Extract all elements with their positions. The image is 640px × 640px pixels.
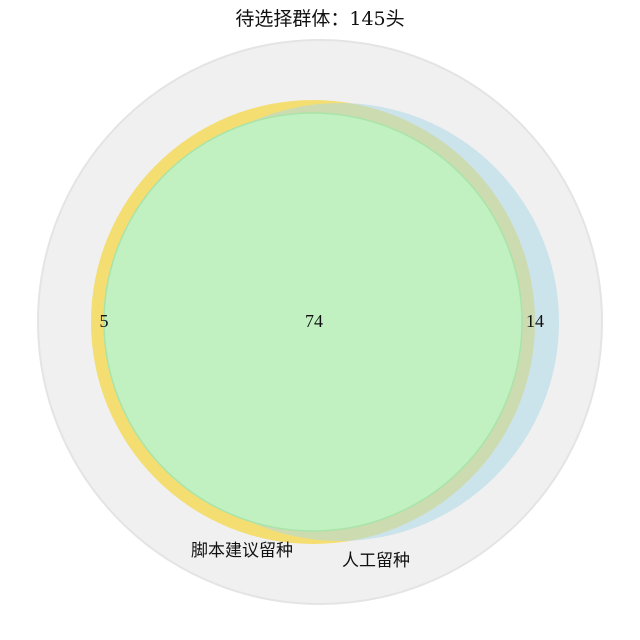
script-only-count: 5 — [100, 311, 109, 331]
manual-set-label: 人工留种 — [342, 551, 410, 571]
venn-svg: 待选择群体：145头 5 74 14 脚本建议留种 人工留种 — [37, 8, 603, 605]
venn-diagram: 待选择群体：145头 5 74 14 脚本建议留种 人工留种 — [0, 0, 640, 640]
intersection-count: 74 — [305, 311, 323, 331]
script-set-label: 脚本建议留种 — [191, 541, 293, 561]
manual-only-count: 14 — [526, 311, 544, 331]
diagram-title: 待选择群体：145头 — [235, 8, 404, 30]
